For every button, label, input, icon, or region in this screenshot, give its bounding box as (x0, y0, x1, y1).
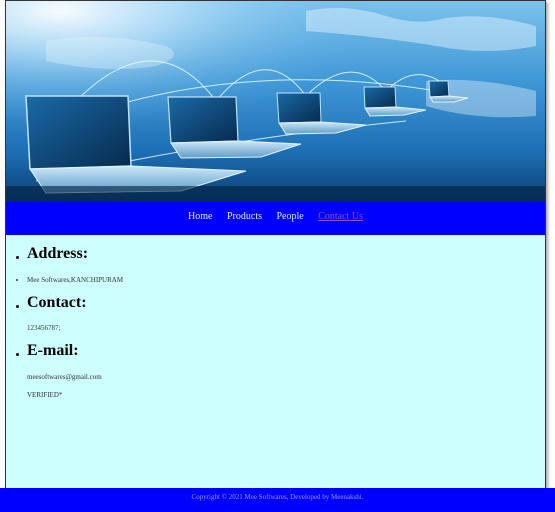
nav-link-people[interactable]: People (277, 211, 304, 222)
address-heading: Address: (15, 245, 89, 262)
nav-link-products[interactable]: Products (227, 211, 262, 222)
contact-value: 123456787; (27, 324, 61, 332)
laptops-network-illustration (6, 1, 545, 202)
nav-bar: Home Products People Contact Us (6, 202, 545, 235)
address-value: Mee Softwares,KANCHIPURAM (15, 276, 124, 284)
copyright-text: Copyright © 2021 Mee Softwares, Develope… (191, 493, 364, 501)
email-heading: E-mail: (16, 342, 79, 359)
banner-image (6, 1, 545, 202)
verified-label: VERIFIED* (27, 391, 63, 399)
email-value: meesoftwares@gmail.com (27, 373, 102, 381)
nav-link-home[interactable]: Home (188, 211, 212, 222)
main-frame: Home Products People Contact Us Address:… (5, 0, 546, 489)
nav-link-contact-us[interactable]: Contact Us (318, 211, 363, 222)
contact-heading: Contact: (16, 294, 87, 311)
page: Home Products People Contact Us Address:… (0, 0, 555, 512)
footer: Copyright © 2021 Mee Softwares, Develope… (0, 488, 555, 512)
